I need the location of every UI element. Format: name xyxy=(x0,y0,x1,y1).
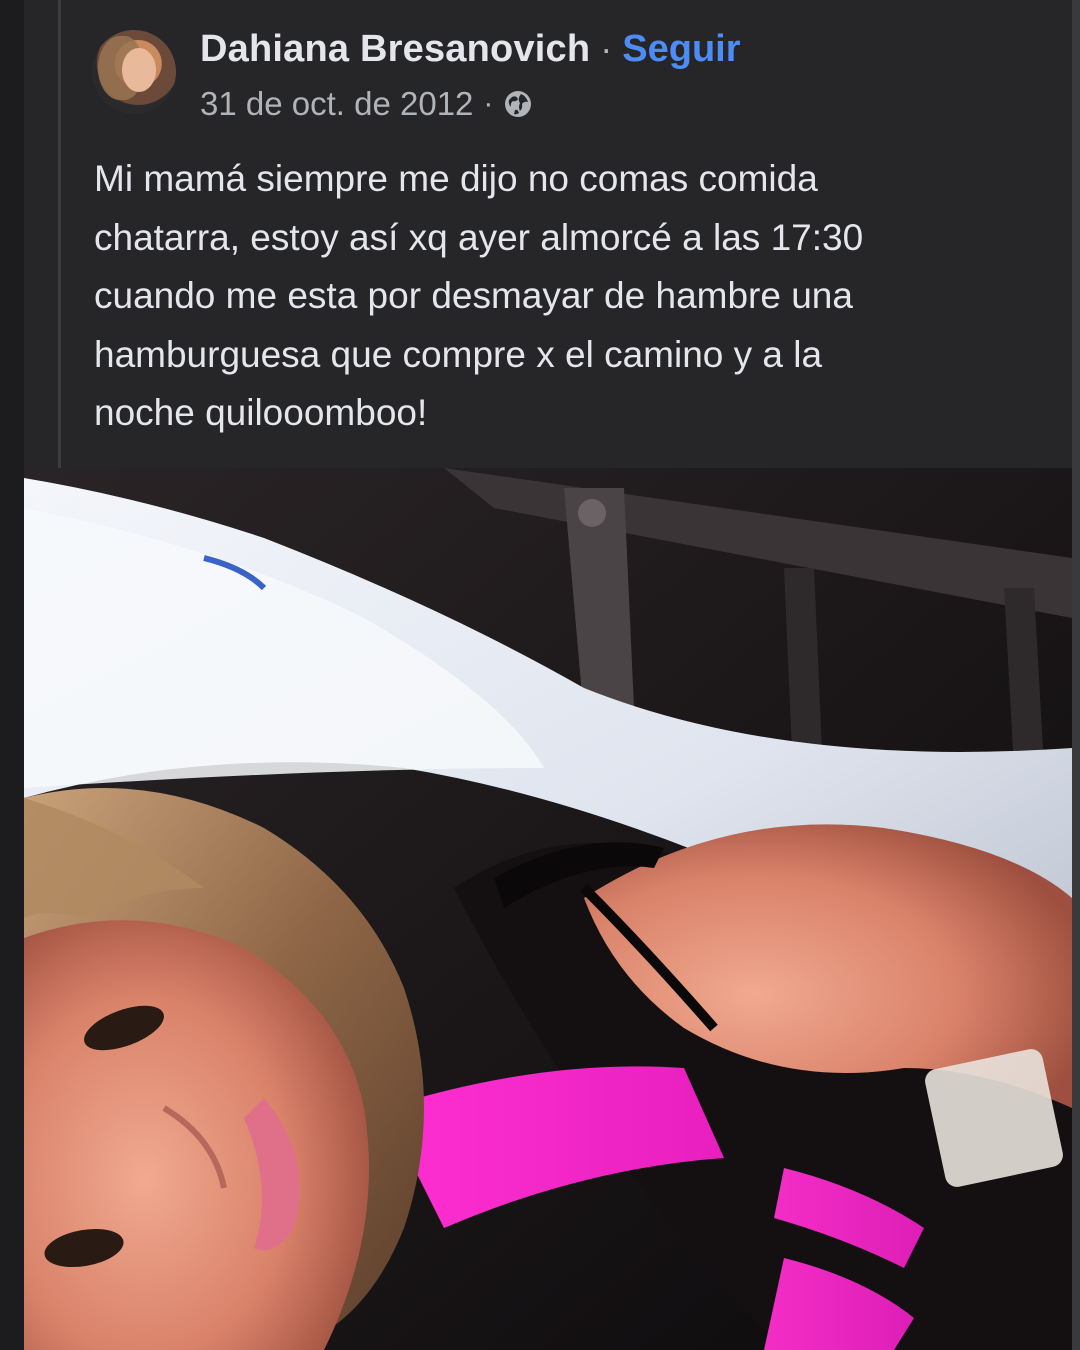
wrist-bandage xyxy=(925,1049,1063,1187)
post-photo[interactable] xyxy=(24,468,1072,1350)
globe-icon[interactable] xyxy=(503,89,533,119)
post-text: Mi mamá siempre me dijo no comas comida … xyxy=(94,158,864,433)
right-edge xyxy=(1072,0,1080,1350)
follow-button[interactable]: Seguir xyxy=(622,28,740,71)
name-separator: · xyxy=(600,28,613,69)
thread-line xyxy=(58,0,61,468)
post-header: Dahiana Bresanovich · Seguir 31 de oct. … xyxy=(92,26,1052,136)
author-name[interactable]: Dahiana Bresanovich xyxy=(200,28,590,71)
name-row: Dahiana Bresanovich · Seguir xyxy=(200,26,741,72)
post-date[interactable]: 31 de oct. de 2012 xyxy=(200,85,473,123)
meta-row: 31 de oct. de 2012 · xyxy=(200,82,533,126)
author-avatar[interactable] xyxy=(92,30,176,114)
facebook-post-screen: Dahiana Bresanovich · Seguir 31 de oct. … xyxy=(0,0,1080,1350)
avatar-face xyxy=(122,48,156,92)
left-edge xyxy=(0,0,24,1350)
bed-bolt xyxy=(578,499,606,527)
meta-separator: · xyxy=(483,87,494,120)
